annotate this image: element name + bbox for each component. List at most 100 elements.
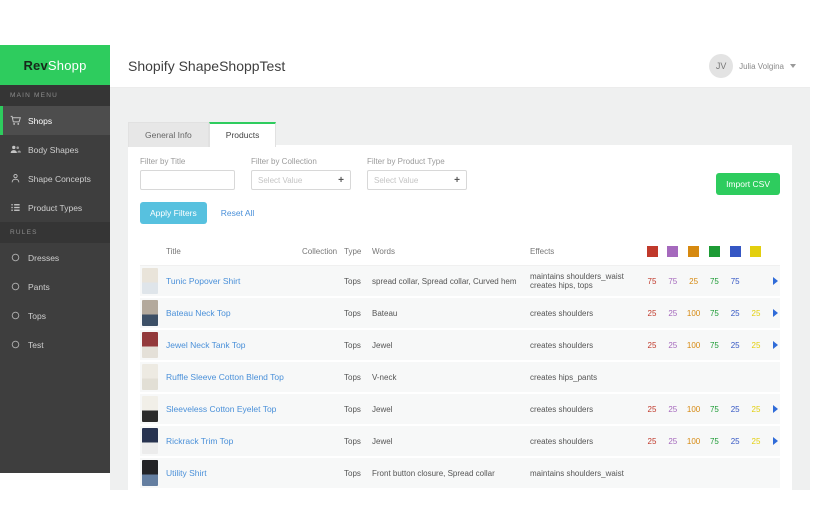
chevron-right-icon bbox=[773, 277, 778, 285]
sidebar-item-body-shapes[interactable]: Body Shapes bbox=[0, 135, 110, 164]
type-cell: Tops bbox=[344, 468, 361, 478]
scores-cell: 75 75 25 75 75 bbox=[642, 277, 766, 286]
sidebar-item-pants[interactable]: Pants bbox=[0, 272, 110, 301]
score-value: 25 bbox=[668, 308, 678, 318]
sidebar-item-shops[interactable]: Shops bbox=[0, 106, 110, 135]
score-value: 25 bbox=[751, 404, 761, 414]
product-title-link[interactable]: Rickrack Trim Top bbox=[166, 436, 302, 446]
user-name: Julia Volgina bbox=[739, 61, 784, 71]
product-title-link[interactable]: Ruffle Sleeve Cotton Blend Top bbox=[166, 372, 302, 382]
score-value: 75 bbox=[730, 276, 740, 286]
product-title-link[interactable]: Sleeveless Cotton Eyelet Top bbox=[166, 404, 302, 414]
score-color-swatch bbox=[646, 246, 658, 257]
select-placeholder: Select Value bbox=[374, 175, 419, 185]
product-thumbnail bbox=[142, 332, 158, 358]
apply-filters-button[interactable]: Apply Filters bbox=[140, 202, 207, 224]
table-row: Jewel Neck Tank Top Tops Jewel creates shou… bbox=[140, 330, 780, 362]
app-logo[interactable]: Rev Shopp bbox=[0, 45, 110, 85]
effects-cell: maintains shoulders_waist bbox=[530, 468, 624, 478]
scores-cell: 25 25 100 75 25 25 bbox=[642, 437, 766, 446]
table-row: Rickrack Trim Top Tops Jewel creates should… bbox=[140, 426, 780, 458]
product-thumbnail bbox=[142, 460, 158, 486]
score-color-legend bbox=[642, 246, 766, 257]
sidebar-item-tops[interactable]: Tops bbox=[0, 301, 110, 330]
score-color-slot bbox=[684, 246, 704, 257]
chevron-right-icon bbox=[773, 437, 778, 445]
filter-product-type-select[interactable]: Select Value + bbox=[367, 170, 467, 190]
score-value: 25 bbox=[751, 436, 761, 446]
avatar[interactable]: JV bbox=[709, 54, 734, 78]
person-icon bbox=[10, 173, 21, 184]
score-color-swatch bbox=[688, 246, 700, 257]
cart-icon bbox=[10, 115, 21, 126]
score-color-swatch bbox=[667, 246, 679, 257]
effects-cell: creates shoulders bbox=[530, 404, 594, 414]
sidebar-item-label: Product Types bbox=[28, 202, 83, 213]
filter-actions: Apply Filters Reset All bbox=[140, 202, 780, 224]
sidebar-item-dresses[interactable]: Dresses bbox=[0, 243, 110, 272]
expand-row-button[interactable] bbox=[766, 437, 782, 445]
sidebar-item-shape-concepts[interactable]: Shape Concepts bbox=[0, 164, 110, 193]
product-title-link[interactable]: Bateau Neck Top bbox=[166, 308, 302, 318]
import-csv-button[interactable]: Import CSV bbox=[716, 173, 780, 195]
expand-row-button[interactable] bbox=[766, 405, 782, 413]
score-value: 25 bbox=[668, 404, 678, 414]
filters-row: Filter by Title Filter by Collection Sel… bbox=[140, 157, 780, 195]
plus-icon[interactable]: + bbox=[338, 175, 344, 186]
sidebar-item-test[interactable]: Test bbox=[0, 330, 110, 359]
score-value: 25 bbox=[668, 436, 678, 446]
sidebar-item-label: Dresses bbox=[28, 252, 60, 263]
column-type: Type bbox=[344, 247, 362, 256]
expand-row-button[interactable] bbox=[766, 309, 782, 317]
circle-icon bbox=[10, 339, 21, 350]
effects-cell: creates shoulders bbox=[530, 436, 594, 446]
scores-cell: 25 25 100 75 25 25 bbox=[642, 341, 766, 350]
words-cell: spread collar, Spread collar, Curved hem bbox=[372, 276, 517, 286]
effects-cell: maintains shoulders_waist creates hips, … bbox=[530, 272, 624, 290]
filter-title-label: Filter by Title bbox=[140, 157, 186, 166]
effects-cell: creates hips_pants bbox=[530, 372, 598, 382]
product-thumbnail bbox=[142, 364, 158, 390]
sidebar-section-label: Main Menu bbox=[0, 85, 110, 106]
score-value: 100 bbox=[686, 404, 701, 414]
expand-row-button[interactable] bbox=[766, 277, 782, 285]
score-value: 25 bbox=[647, 404, 657, 414]
sidebar-item-product-types[interactable]: Product Types bbox=[0, 193, 110, 222]
tab-general-info[interactable]: General Info bbox=[128, 122, 209, 147]
filter-title-input[interactable] bbox=[140, 170, 235, 190]
product-title-link[interactable]: Utility Shirt bbox=[166, 468, 302, 478]
scores-cell: 25 25 100 75 25 25 bbox=[642, 405, 766, 414]
sidebar-item-label: Shape Concepts bbox=[28, 173, 91, 184]
sidebar: Rev Shopp Main Menu Shops Body Shapes Shape … bbox=[0, 45, 110, 473]
sidebar-menu: Main Menu Shops Body Shapes Shape Concepts P… bbox=[0, 85, 110, 359]
score-value: 25 bbox=[647, 340, 657, 350]
sidebar-item-label: Body Shapes bbox=[28, 144, 79, 155]
reset-all-link[interactable]: Reset All bbox=[221, 208, 255, 218]
score-value: 75 bbox=[647, 276, 657, 286]
score-color-swatch bbox=[729, 246, 741, 257]
product-title-link[interactable]: Tunic Popover Shirt bbox=[166, 276, 302, 286]
sidebar-section-label: Rules bbox=[0, 222, 110, 243]
column-title: Title bbox=[166, 247, 181, 256]
filter-collection-select[interactable]: Select Value + bbox=[251, 170, 351, 190]
products-card: Filter by Title Filter by Collection Sel… bbox=[128, 145, 792, 502]
score-color-slot bbox=[663, 246, 683, 257]
type-cell: Tops bbox=[344, 404, 361, 414]
type-cell: Tops bbox=[344, 340, 361, 350]
score-value: 25 bbox=[730, 340, 740, 350]
effects-cell: creates shoulders bbox=[530, 308, 594, 318]
users-icon bbox=[10, 144, 21, 155]
plus-icon[interactable]: + bbox=[454, 175, 460, 186]
chevron-down-icon bbox=[790, 64, 796, 68]
product-title-link[interactable]: Jewel Neck Tank Top bbox=[166, 340, 302, 350]
top-bar: Shopify ShapeShoppTest JV Julia Volgina bbox=[110, 45, 810, 88]
user-menu[interactable]: JV Julia Volgina bbox=[709, 54, 796, 78]
score-value: 25 bbox=[647, 436, 657, 446]
score-value: 100 bbox=[686, 436, 701, 446]
tab-products[interactable]: Products bbox=[208, 122, 277, 147]
logo-rest: Shopp bbox=[47, 57, 87, 73]
expand-row-button[interactable] bbox=[766, 341, 782, 349]
sidebar-item-label: Pants bbox=[28, 281, 50, 292]
product-thumbnail bbox=[142, 268, 158, 294]
filter-collection-group: Filter by Collection Select Value + bbox=[251, 157, 351, 190]
